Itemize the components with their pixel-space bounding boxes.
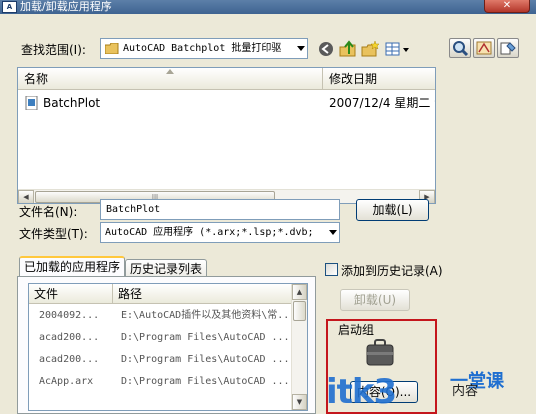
- filetype-value: AutoCAD 应用程序 (*.arx;*.lsp;*.dvb;: [105, 227, 314, 238]
- column-file[interactable]: 文件: [29, 284, 113, 304]
- scroll-left-button[interactable]: ◀: [18, 190, 34, 203]
- title-bar: A 加载/卸载应用程序 ✕: [0, 0, 536, 14]
- scroll-up-button[interactable]: ▲: [292, 284, 307, 300]
- app-path: D:\Program Files\AutoCAD ...: [121, 376, 289, 387]
- loaded-applications-list[interactable]: 文件 路径 2004092... E:\AutoCAD插件以及其他资料\常...…: [28, 283, 308, 411]
- sort-ascending-icon: [166, 69, 174, 74]
- file-list[interactable]: 名称 修改日期 BatchPlot 2007/12/4 星期二 9 ◀ III …: [17, 67, 436, 204]
- file-list-header: 名称 修改日期: [18, 68, 435, 90]
- column-path[interactable]: 路径: [113, 284, 291, 304]
- column-modified[interactable]: 修改日期: [323, 68, 435, 90]
- app-file: acad200...: [39, 332, 100, 343]
- watermark-suffix: 内容: [452, 384, 479, 399]
- app-file: acad200...: [39, 354, 100, 365]
- lookin-label: 查找范围(I):: [21, 43, 86, 57]
- filename-input[interactable]: BatchPlot: [100, 199, 340, 220]
- find-file-button[interactable]: [449, 38, 471, 58]
- list-item[interactable]: acad200... D:\Program Files\AutoCAD ...: [29, 349, 291, 370]
- app-path: E:\AutoCAD插件以及其他资料\常...: [121, 310, 289, 321]
- new-folder-icon: [361, 40, 380, 57]
- tools-button[interactable]: [497, 38, 519, 58]
- lookin-dropdown[interactable]: AutoCAD Batchplot 批量打印驱: [100, 38, 308, 59]
- list-item[interactable]: acad200... D:\Program Files\AutoCAD ...: [29, 327, 291, 348]
- file-row[interactable]: BatchPlot 2007/12/4 星期二 9: [18, 94, 435, 112]
- unload-button[interactable]: 卸载(U): [340, 289, 410, 311]
- filename-value: BatchPlot: [106, 204, 161, 215]
- app-path: D:\Program Files\AutoCAD ...: [121, 332, 289, 343]
- magnifier-icon: [453, 41, 469, 57]
- location-icon: [476, 41, 492, 55]
- views-menu-button[interactable]: [383, 39, 413, 59]
- list-item[interactable]: AcApp.arx D:\Program Files\AutoCAD ...: [29, 371, 291, 392]
- add-to-history-label: 添加到历史记录(A): [341, 264, 443, 278]
- lisp-file-icon: [25, 96, 38, 110]
- loaded-applications-panel: 文件 路径 2004092... E:\AutoCAD插件以及其他资料\常...…: [17, 276, 316, 414]
- views-icon: [385, 42, 409, 56]
- filetype-label: 文件类型(T):: [19, 227, 88, 241]
- lookin-value: AutoCAD Batchplot 批量打印驱: [123, 43, 282, 54]
- list-item[interactable]: 2004092... E:\AutoCAD插件以及其他资料\常...: [29, 305, 291, 326]
- chevron-down-icon: [329, 230, 337, 235]
- tab-loaded-applications[interactable]: 已加载的应用程序: [19, 256, 126, 277]
- dialog-body: 查找范围(I): AutoCAD Batchplot 批量打印驱 名称 修改日期…: [0, 14, 536, 414]
- loaded-list-header: 文件 路径: [29, 284, 291, 304]
- close-button[interactable]: ✕: [484, 0, 530, 13]
- app-path: D:\Program Files\AutoCAD ...: [121, 354, 289, 365]
- file-name: BatchPlot: [43, 96, 101, 110]
- add-to-history-checkbox[interactable]: [325, 263, 338, 276]
- up-folder-button[interactable]: [337, 39, 359, 59]
- vertical-scrollbar[interactable]: ▲ ▼: [291, 284, 307, 410]
- autocad-app-icon: A: [2, 1, 17, 13]
- location-button[interactable]: [473, 38, 495, 58]
- chevron-down-icon: [297, 46, 305, 51]
- itk3-watermark-logo: itk3: [326, 372, 397, 412]
- up-folder-icon: [339, 40, 356, 57]
- app-file: 2004092...: [39, 310, 100, 321]
- app-file: AcApp.arx: [39, 376, 94, 387]
- scroll-down-button[interactable]: ▼: [292, 394, 307, 410]
- new-folder-button[interactable]: [359, 39, 381, 59]
- filename-label: 文件名(N):: [19, 205, 78, 219]
- tools-icon: [500, 42, 516, 55]
- filetype-dropdown[interactable]: AutoCAD 应用程序 (*.arx;*.lsp;*.dvb;: [100, 222, 340, 243]
- file-modified: 2007/12/4 星期二 9: [329, 96, 435, 110]
- back-button[interactable]: [315, 39, 337, 59]
- back-arrow-icon: [319, 42, 333, 56]
- briefcase-icon: [366, 339, 394, 366]
- window-title: 加载/卸载应用程序: [20, 0, 112, 13]
- load-button[interactable]: 加载(L): [356, 199, 429, 221]
- scroll-thumb[interactable]: [293, 301, 306, 321]
- startup-suite-label: 启动组: [338, 323, 375, 337]
- folder-icon: [105, 43, 119, 54]
